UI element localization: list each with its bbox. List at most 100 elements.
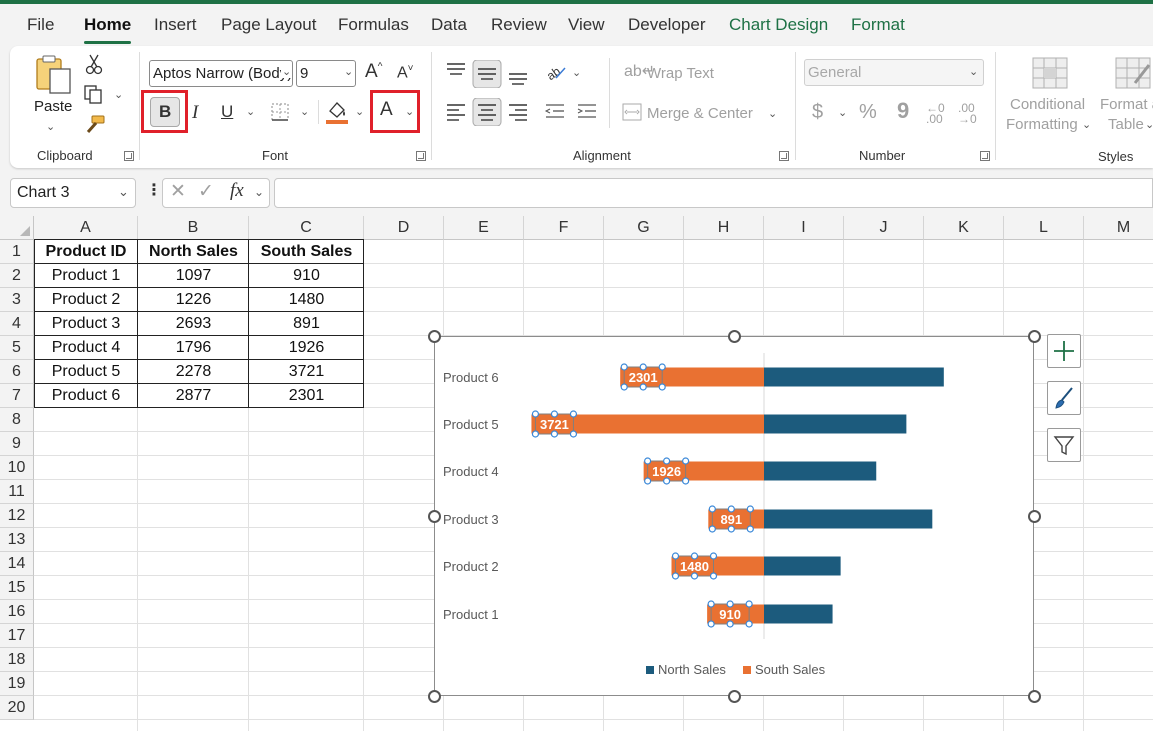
chart-area[interactable]: Product 1 910 Product 2 1480 Product 3 891 Pro… xyxy=(434,336,1034,696)
conditional-formatting-line1[interactable]: Conditional xyxy=(1010,96,1085,113)
insert-function-icon[interactable]: fx xyxy=(230,181,244,200)
tab-developer[interactable]: Developer xyxy=(628,15,706,35)
data-label-handle[interactable] xyxy=(726,600,734,608)
fill-color-chevron-icon[interactable]: ⌄ xyxy=(355,105,364,118)
chart-resize-handle[interactable] xyxy=(428,690,441,703)
row-header-2[interactable]: 2 xyxy=(0,264,34,288)
data-label-handle[interactable] xyxy=(690,572,699,580)
tab-chart-design[interactable]: Chart Design xyxy=(729,15,828,35)
table-cell[interactable]: Product 3 xyxy=(34,312,138,336)
data-label-handle[interactable] xyxy=(550,430,559,438)
font-color-icon[interactable]: A xyxy=(380,100,393,119)
conditional-formatting-chevron-icon[interactable]: ⌄ xyxy=(1082,118,1091,131)
legend-north-sales[interactable]: North Sales xyxy=(658,662,726,677)
tab-file[interactable]: File xyxy=(27,15,54,35)
function-chevron-icon[interactable]: ⌄ xyxy=(254,185,264,199)
data-label-handle[interactable] xyxy=(682,477,690,485)
data-label-handle[interactable] xyxy=(707,620,715,628)
data-label-handle[interactable] xyxy=(639,363,647,371)
paste-icon[interactable] xyxy=(34,55,74,97)
tab-format[interactable]: Format xyxy=(851,15,905,35)
data-label-handle[interactable] xyxy=(531,410,540,418)
category-label[interactable]: Product 1 xyxy=(443,607,499,622)
font-color-chevron-icon[interactable]: ⌄ xyxy=(405,105,414,118)
table-cell[interactable]: 1226 xyxy=(138,288,249,312)
column-header-b[interactable]: B xyxy=(138,216,249,240)
north-sales-bar[interactable] xyxy=(764,509,933,529)
tab-page-layout[interactable]: Page Layout xyxy=(221,15,316,35)
table-cell[interactable]: 910 xyxy=(249,264,364,288)
chart-filters-button[interactable] xyxy=(1047,428,1081,462)
table-cell[interactable]: 2301 xyxy=(249,384,364,408)
data-label-handle[interactable] xyxy=(726,620,734,628)
tab-view[interactable]: View xyxy=(568,15,605,35)
data-label-handle[interactable] xyxy=(569,410,578,418)
table-cell[interactable]: 2693 xyxy=(138,312,249,336)
data-label-handle[interactable] xyxy=(709,572,718,580)
data-label-handle[interactable] xyxy=(658,383,666,391)
tab-data[interactable]: Data xyxy=(431,15,467,35)
number-dialog-launcher-icon[interactable] xyxy=(980,151,990,161)
format-as-table-line1[interactable]: Format as xyxy=(1100,96,1153,113)
data-label-handle[interactable] xyxy=(746,505,754,513)
decrease-indent-icon[interactable] xyxy=(544,104,564,118)
copy-icon[interactable] xyxy=(84,85,104,105)
butterfly-bar-chart[interactable]: Product 1 910 Product 2 1480 Product 3 891 Pro… xyxy=(435,337,1033,695)
orientation-icon[interactable]: ab xyxy=(544,60,568,84)
column-header-e[interactable]: E xyxy=(444,216,524,240)
tab-formulas[interactable]: Formulas xyxy=(338,15,409,35)
format-as-table-line2[interactable]: Table xyxy=(1108,116,1144,133)
data-label-handle[interactable] xyxy=(727,505,735,513)
column-header-l[interactable]: L xyxy=(1004,216,1084,240)
paste-dropdown-chevron-icon[interactable]: ⌄ xyxy=(46,120,55,133)
format-as-table-chevron-icon[interactable]: ⌄ xyxy=(1145,118,1153,131)
data-label-handle[interactable] xyxy=(690,552,699,560)
copy-dropdown-chevron-icon[interactable]: ⌄ xyxy=(114,88,123,101)
row-header-14[interactable]: 14 xyxy=(0,552,34,576)
row-header-12[interactable]: 12 xyxy=(0,504,34,528)
data-label-handle[interactable] xyxy=(708,505,716,513)
row-header-8[interactable]: 8 xyxy=(0,408,34,432)
row-header-6[interactable]: 6 xyxy=(0,360,34,384)
data-label-handle[interactable] xyxy=(682,457,690,465)
south-sales-data-label[interactable]: 891 xyxy=(720,512,742,527)
clipboard-dialog-launcher-icon[interactable] xyxy=(124,151,134,161)
category-label[interactable]: Product 3 xyxy=(443,512,499,527)
row-header-17[interactable]: 17 xyxy=(0,624,34,648)
data-label-handle[interactable] xyxy=(639,383,647,391)
table-cell[interactable]: 891 xyxy=(249,312,364,336)
south-sales-data-label[interactable]: 1480 xyxy=(680,559,709,574)
number-format-chevron-icon[interactable]: ⌄ xyxy=(969,65,978,78)
paste-label[interactable]: Paste xyxy=(34,98,72,115)
fill-color-icon[interactable] xyxy=(325,99,349,125)
tab-home[interactable]: Home xyxy=(84,15,131,35)
table-cell[interactable]: Product 4 xyxy=(34,336,138,360)
category-label[interactable]: Product 5 xyxy=(443,417,499,432)
north-sales-bar[interactable] xyxy=(764,461,877,481)
font-size-chevron-icon[interactable]: ⌄ xyxy=(344,65,353,78)
conditional-formatting-line2[interactable]: Formatting xyxy=(1006,116,1078,133)
row-header-18[interactable]: 18 xyxy=(0,648,34,672)
row-header-1[interactable]: 1 xyxy=(0,240,34,264)
north-sales-bar[interactable] xyxy=(764,604,833,624)
font-name-select[interactable]: Aptos Narrow (Body) xyxy=(149,60,293,87)
legend-south-sales[interactable]: South Sales xyxy=(755,662,826,677)
wrap-text-button[interactable]: Wrap Text xyxy=(647,65,714,82)
bold-icon[interactable]: B xyxy=(159,103,171,120)
south-sales-data-label[interactable]: 1926 xyxy=(652,464,681,479)
data-label-handle[interactable] xyxy=(671,552,680,560)
format-as-table-icon[interactable] xyxy=(1115,57,1153,89)
column-header-f[interactable]: F xyxy=(524,216,604,240)
comma-style-icon[interactable]: 9 xyxy=(897,100,909,122)
increase-decimal-icon[interactable]: ←0.00 xyxy=(926,102,945,125)
chart-resize-handle[interactable] xyxy=(728,330,741,343)
data-label-handle[interactable] xyxy=(658,363,666,371)
column-header-j[interactable]: J xyxy=(844,216,924,240)
align-left-icon[interactable] xyxy=(447,104,465,121)
italic-icon[interactable]: I xyxy=(192,103,198,122)
table-header-cell[interactable]: Product ID xyxy=(34,240,138,264)
orientation-chevron-icon[interactable]: ⌄ xyxy=(572,66,581,79)
column-header-g[interactable]: G xyxy=(604,216,684,240)
table-cell[interactable]: Product 5 xyxy=(34,360,138,384)
decrease-decimal-icon[interactable]: .00 →0 xyxy=(958,102,977,125)
